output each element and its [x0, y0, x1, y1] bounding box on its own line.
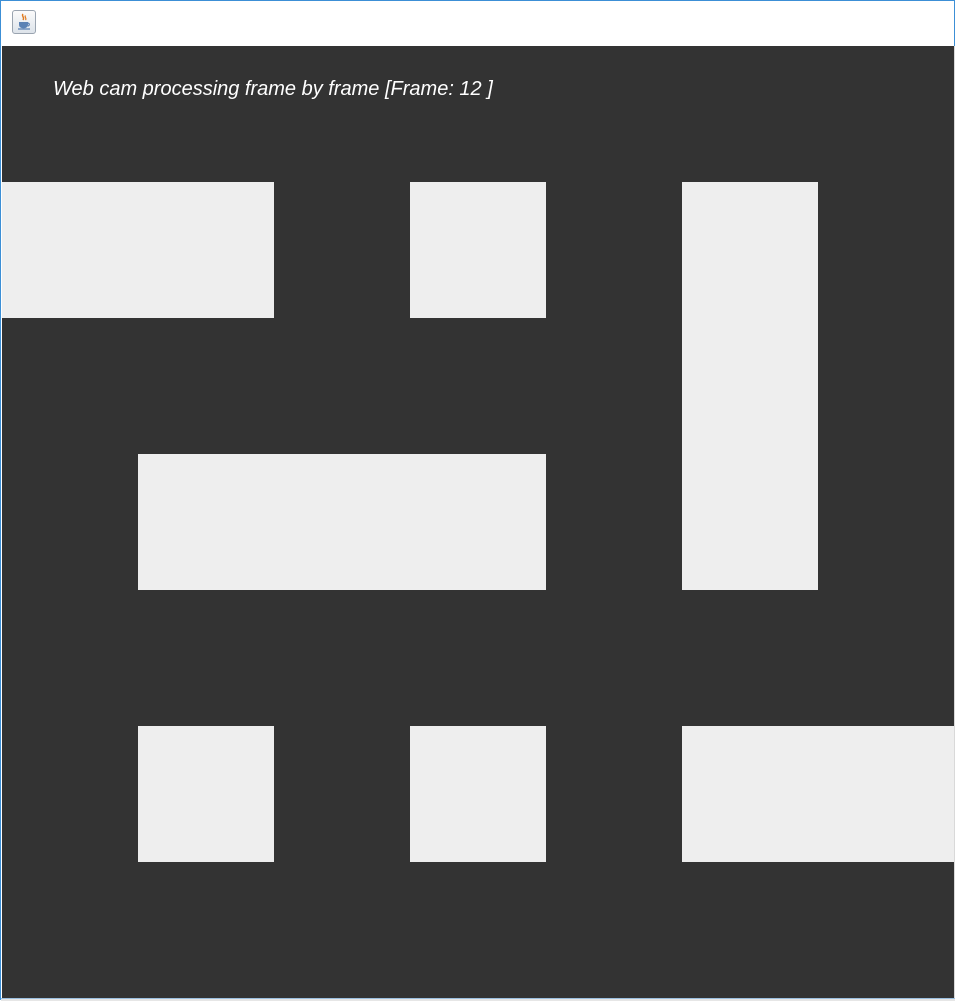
java-cup-icon[interactable] — [12, 10, 36, 34]
grid-block — [682, 182, 818, 590]
grid-block — [138, 726, 274, 862]
title-bar — [1, 1, 954, 45]
grid-block — [410, 726, 546, 862]
frame-counter-label: Web cam processing frame by frame [Frame… — [53, 78, 493, 100]
grid-block — [682, 726, 954, 862]
grid-block — [2, 182, 274, 318]
grid-block — [138, 454, 546, 590]
application-window: Web cam processing frame by frame [Frame… — [0, 0, 955, 1001]
grid-block — [410, 182, 546, 318]
webcam-canvas: Web cam processing frame by frame [Frame… — [2, 46, 954, 998]
